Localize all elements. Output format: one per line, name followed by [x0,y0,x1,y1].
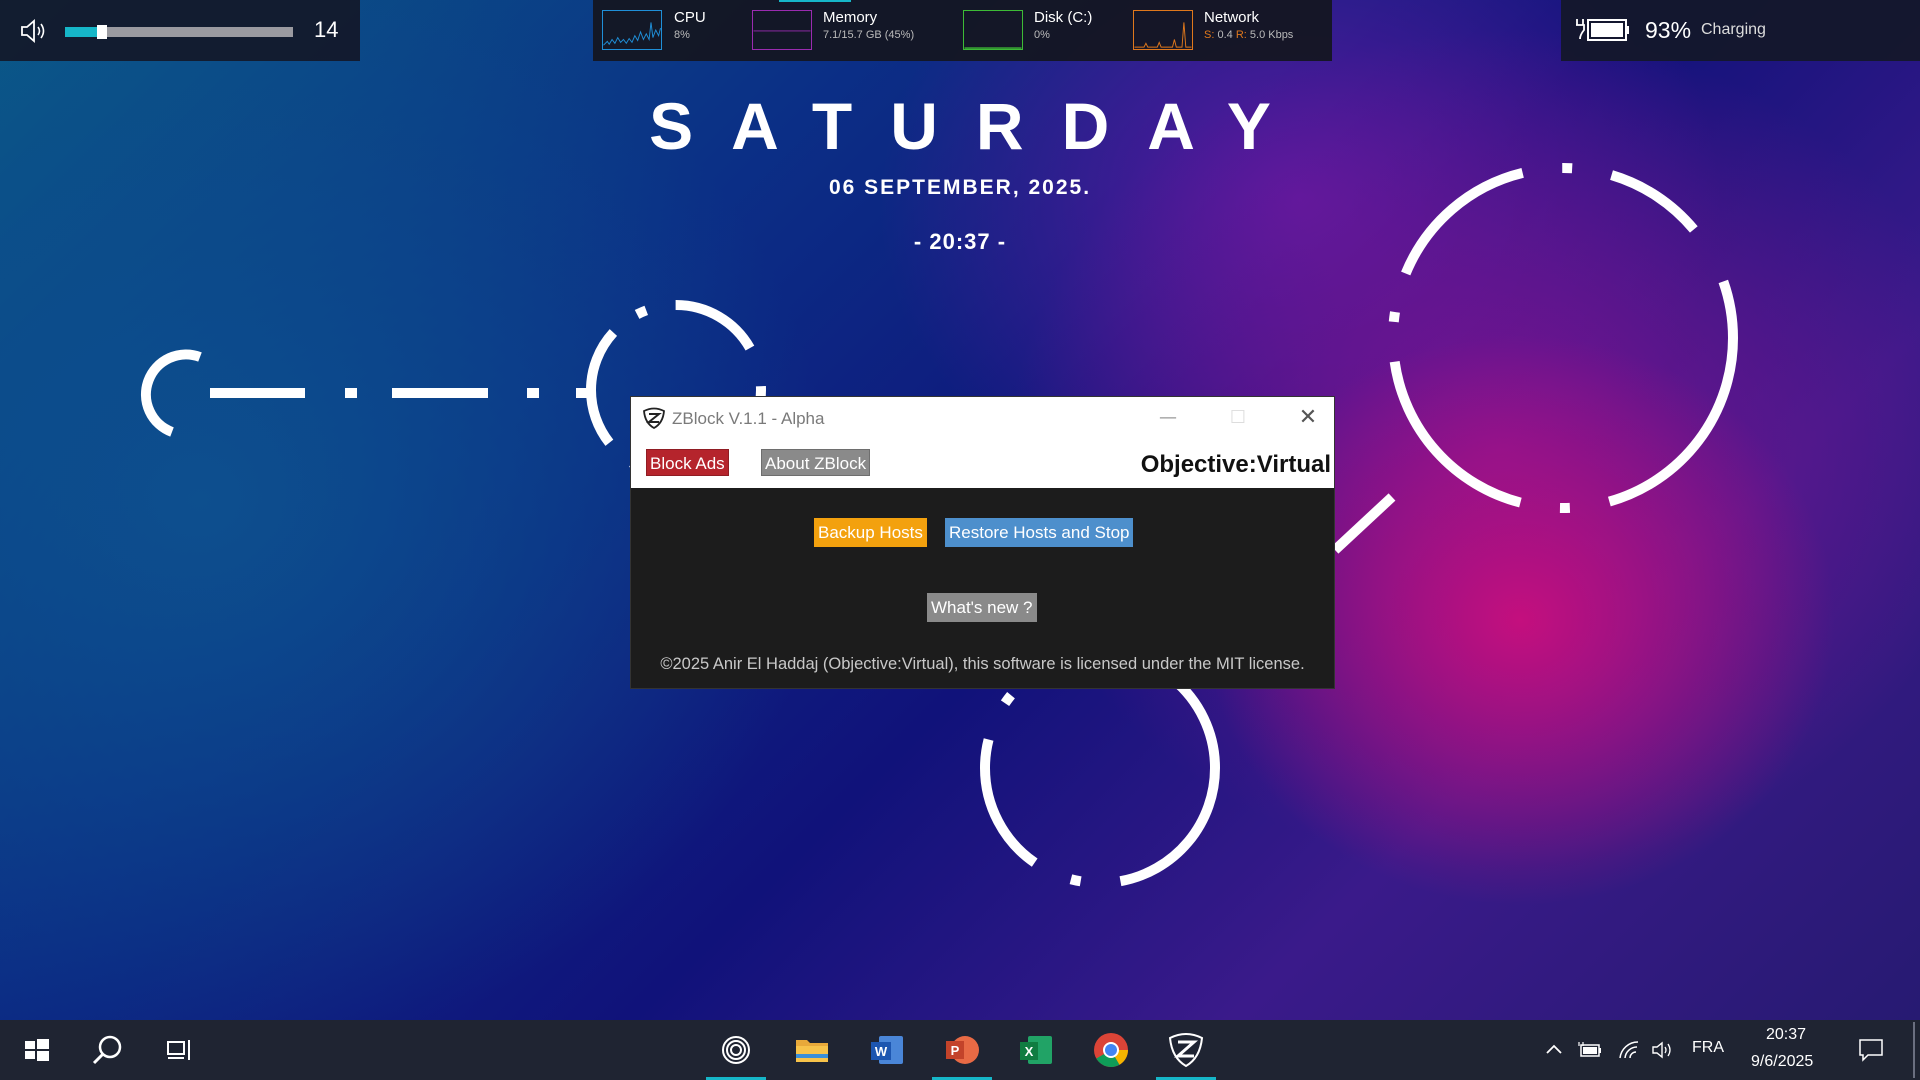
network-send-label: S: [1204,29,1215,41]
minimize-button[interactable]: — [1145,403,1191,433]
volume-slider-handle[interactable] [97,25,107,39]
cortana-icon[interactable] [716,1030,756,1070]
svg-text:P: P [951,1043,960,1058]
file-explorer-icon[interactable] [792,1030,832,1070]
memory-value: 7.1/15.7 GB (45%) [823,29,915,41]
battery-state: Charging [1701,21,1766,38]
volume-slider-fill [65,27,97,37]
start-icon[interactable] [16,1030,56,1070]
network-send-value: 0.4 [1217,29,1233,41]
chrome-icon[interactable] [1091,1030,1131,1070]
volume-tray-icon[interactable] [1651,1040,1675,1060]
disk-graph [963,10,1023,50]
volume-value: 14 [314,17,339,42]
taskbar-clock-time[interactable]: 20:37 [1766,1026,1806,1044]
svg-text:X: X [1025,1044,1034,1059]
brand-label: Objective:Virtual [1140,451,1331,478]
whats-new-button[interactable]: What's new ? [927,593,1037,622]
network-graph [1133,10,1193,50]
battery-percent: 93% [1645,17,1692,43]
cpu-graph [602,10,662,50]
svg-text:W: W [875,1044,888,1059]
zblock-logo-icon [643,407,665,429]
backup-hosts-button[interactable]: Backup Hosts [814,518,927,547]
network-value: S: 0.4 R: 5.0 Kbps [1204,29,1293,41]
about-zblock-tab[interactable]: About ZBlock [761,449,871,476]
memory-graph [752,10,812,50]
disk-title: Disk (C:) [1034,9,1093,26]
time-display: - 20:37 - [913,229,1007,254]
window-header: ZBlock V.1.1 - Alpha — ☐ ✕ Block Ads Abo… [631,397,1334,488]
excel-icon[interactable]: X [1016,1030,1056,1070]
battery-charging-icon [1576,19,1629,41]
network-title: Network [1204,9,1260,26]
speaker-icon[interactable] [20,18,50,44]
chevron-up-icon[interactable] [1544,1040,1564,1060]
weekday-display: SATURDAY [649,89,1309,163]
word-icon[interactable]: W [867,1030,907,1070]
wifi-icon[interactable] [1618,1040,1640,1060]
network-recv-label: R: [1235,29,1247,41]
date-display: 06 SEPTEMBER, 2025. [828,176,1092,199]
powerpoint-icon[interactable]: P [942,1030,982,1070]
battery-tray-icon[interactable] [1578,1040,1604,1060]
maximize-button[interactable]: ☐ [1215,403,1261,433]
memory-title: Memory [823,9,878,26]
language-indicator[interactable]: FRA [1692,1039,1724,1057]
copyright-text: ©2025 Anir El Haddaj (Objective:Virtual)… [660,655,1305,673]
window-title: ZBlock V.1.1 - Alpha [672,409,825,428]
zblock-window: ZBlock V.1.1 - Alpha — ☐ ✕ Block Ads Abo… [630,396,1335,689]
zblock-icon[interactable] [1166,1030,1206,1070]
task-view-icon[interactable] [160,1030,200,1070]
close-button[interactable]: ✕ [1285,403,1331,433]
monitor-active-indicator [779,0,851,2]
cpu-value: 8% [674,29,690,41]
disk-value: 0% [1034,29,1050,41]
notification-center-icon[interactable] [1858,1038,1884,1062]
network-recv-value: 5.0 Kbps [1249,29,1294,41]
show-desktop-button[interactable] [1913,1022,1915,1078]
block-ads-tab[interactable]: Block Ads [646,449,729,476]
search-icon[interactable] [88,1030,128,1070]
taskbar-clock-date[interactable]: 9/6/2025 [1751,1053,1813,1071]
restore-hosts-button[interactable]: Restore Hosts and Stop [945,518,1134,547]
cpu-title: CPU [674,9,706,26]
